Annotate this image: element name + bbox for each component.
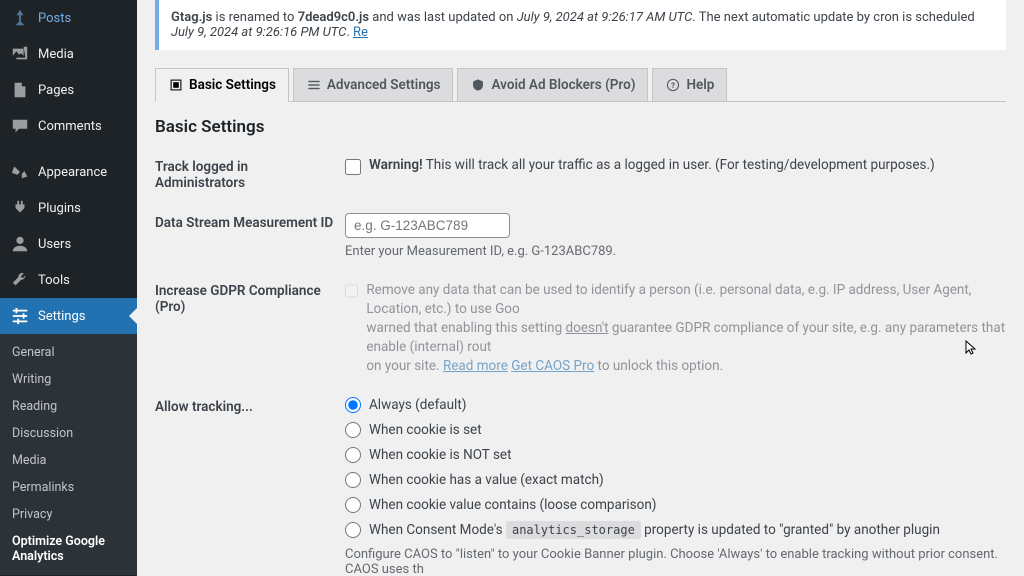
users-icon [10,234,30,254]
pin-icon [10,8,30,28]
sidebar-item-label: Comments [38,119,102,134]
page-title: Basic Settings [155,117,1006,137]
sidebar-item-comments[interactable]: Comments [0,108,137,144]
measurement-id-desc: Enter your Measurement ID, e.g. G-123ABC… [345,244,1006,259]
sidebar-item-settings[interactable]: Settings [0,298,137,334]
gdpr-getpro-link[interactable]: Get CAOS Pro [511,358,594,374]
sidebar-item-label: Media [38,47,74,62]
sidebar-item-label: Appearance [38,165,107,180]
tab-bar: Basic Settings Advanced Settings Avoid A… [155,68,1006,102]
sidebar-item-label: Users [38,237,71,252]
measurement-id-label: Data Stream Measurement ID [155,213,345,259]
tab-help[interactable]: ? Help [652,68,727,101]
measurement-id-input[interactable] [345,213,510,238]
tab-label: Advanced Settings [327,77,441,93]
submenu-discussion[interactable]: Discussion [0,420,137,447]
allow-tracking-desc: Configure CAOS to "listen" to your Cooki… [345,547,1006,576]
tab-advanced-settings[interactable]: Advanced Settings [293,68,454,101]
sidebar-item-label: Tools [38,273,70,288]
allow-option-consent-mode[interactable]: When Consent Mode's analytics_storage pr… [345,522,1006,538]
sidebar-item-pages[interactable]: Pages [0,72,137,108]
tab-label: Avoid Ad Blockers (Pro) [491,77,635,93]
notice-date-next: July 9, 2024 at 9:26:16 PM UTC [171,25,346,40]
sidebar-item-posts[interactable]: Posts [0,0,137,36]
sidebar-item-media[interactable]: Media [0,36,137,72]
allow-radio-always[interactable] [345,397,361,413]
submenu-privacy[interactable]: Privacy [0,501,137,528]
sidebar-item-appearance[interactable]: Appearance [0,154,137,190]
allow-radio-cookie-notset[interactable] [345,447,361,463]
submenu-optimize-ga[interactable]: Optimize Google Analytics [0,528,137,570]
sidebar-item-users[interactable]: Users [0,226,137,262]
media-icon [10,44,30,64]
rename-notice: Gtag.js is renamed to 7dead9c0.js and wa… [155,0,1006,50]
notice-filename-new: 7dead9c0.js [298,10,369,25]
admin-sidebar: Posts Media Pages Comments Appearance Pl… [0,0,137,576]
shield-icon [470,77,486,93]
appearance-icon [10,162,30,182]
notice-filename-old: Gtag.js [171,10,212,25]
settings-icon [10,306,30,326]
submenu-media[interactable]: Media [0,447,137,474]
track-admins-label: Track logged in Administrators [155,157,345,191]
svg-text:?: ? [672,81,676,90]
help-icon: ? [665,77,681,93]
allow-option-always[interactable]: Always (default) [345,397,1006,413]
gdpr-desc: Remove any data that can be used to iden… [366,281,1006,375]
cog-icon [168,77,184,93]
allow-option-cookie-value[interactable]: When cookie has a value (exact match) [345,472,1006,488]
submenu-writing[interactable]: Writing [0,366,137,393]
pages-icon [10,80,30,100]
tools-icon [10,270,30,290]
sliders-icon [306,77,322,93]
sidebar-item-tools[interactable]: Tools [0,262,137,298]
submenu-general[interactable]: General [0,339,137,366]
allow-option-cookie-contains[interactable]: When cookie value contains (loose compar… [345,497,1006,513]
sidebar-item-plugins[interactable]: Plugins [0,190,137,226]
sidebar-item-label: Pages [38,83,74,98]
allow-radio-cookie-contains[interactable] [345,497,361,513]
track-admins-checkbox[interactable] [345,159,361,175]
comments-icon [10,116,30,136]
tab-basic-settings[interactable]: Basic Settings [155,68,289,102]
allow-option-cookie-notset[interactable]: When cookie is NOT set [345,447,1006,463]
gdpr-label: Increase GDPR Compliance (Pro) [155,281,345,375]
tab-label: Help [686,77,714,93]
notice-date-updated: July 9, 2024 at 9:26:17 AM UTC [517,10,693,25]
allow-radio-cookie-value[interactable] [345,472,361,488]
plugins-icon [10,198,30,218]
allow-radio-cookie-set[interactable] [345,422,361,438]
submenu-permalinks[interactable]: Permalinks [0,474,137,501]
sidebar-item-label: Posts [38,11,71,26]
tab-label: Basic Settings [189,77,276,93]
gdpr-readmore-link[interactable]: Read more [443,358,508,374]
allow-option-cookie-set[interactable]: When cookie is set [345,422,1006,438]
track-admins-control[interactable]: Warning! This will track all your traffi… [345,157,1006,175]
allow-radio-consent-mode[interactable] [345,522,361,538]
gdpr-checkbox [345,283,358,299]
settings-submenu: General Writing Reading Discussion Media… [0,334,137,575]
allow-tracking-label: Allow tracking... [155,397,345,576]
submenu-reading[interactable]: Reading [0,393,137,420]
tab-avoid-ad-blockers[interactable]: Avoid Ad Blockers (Pro) [457,68,648,101]
sidebar-item-label: Plugins [38,201,81,216]
sidebar-item-label: Settings [38,309,85,324]
main-content: Gtag.js is renamed to 7dead9c0.js and wa… [137,0,1024,576]
notice-link[interactable]: Re [353,25,368,40]
